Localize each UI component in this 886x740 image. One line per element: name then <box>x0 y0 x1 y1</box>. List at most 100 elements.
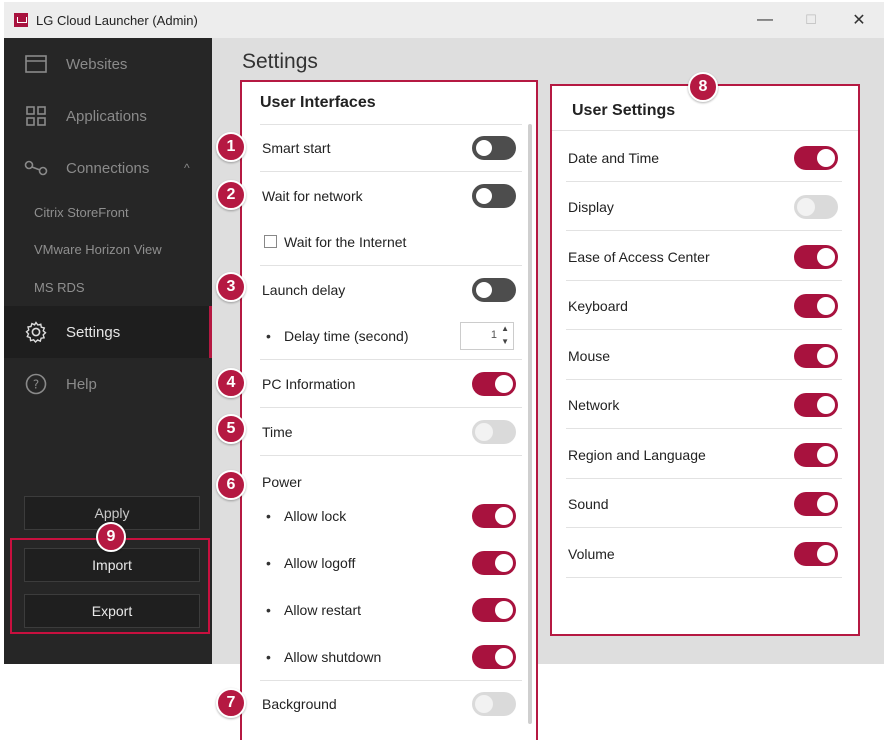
setting-label: Ease of Access Center <box>568 249 710 265</box>
user-settings-panel: User Settings Date and Time Display Ease o… <box>550 84 860 636</box>
divider <box>552 130 858 131</box>
user-interfaces-title: User Interfaces <box>260 94 376 111</box>
wait-network-toggle[interactable] <box>472 184 516 208</box>
bullet-icon: • <box>266 555 271 571</box>
sidebar-item-label: Applications <box>66 107 147 125</box>
bullet-icon: • <box>266 649 271 665</box>
window-title: LG Cloud Launcher (Admin) <box>36 12 198 28</box>
user-setting-row: Date and Time <box>552 134 858 182</box>
setting-label: Region and Language <box>568 447 706 463</box>
wait-internet-checkbox[interactable] <box>264 235 277 248</box>
launch-delay-toggle[interactable] <box>472 278 516 302</box>
setting-row-pc-info: PC Information <box>242 360 536 408</box>
user-setting-toggle[interactable] <box>794 294 838 318</box>
maximize-button[interactable]: ☐ <box>788 2 834 38</box>
stepper-down-icon[interactable]: ▼ <box>501 337 509 346</box>
smart-start-toggle[interactable] <box>472 136 516 160</box>
sidebar-item-applications[interactable]: Applications <box>4 90 212 142</box>
chevron-up-icon: ^ <box>184 161 190 175</box>
bullet-icon: • <box>266 328 271 344</box>
sidebar-item-connections[interactable]: Connections ^ <box>4 142 212 194</box>
setting-row-allow-lock: • Allow lock <box>242 492 536 540</box>
setting-label: Display <box>568 199 614 215</box>
divider <box>566 329 842 330</box>
divider <box>566 577 842 578</box>
user-setting-toggle[interactable] <box>794 146 838 170</box>
svg-text:?: ? <box>33 378 39 392</box>
sidebar-subitem-vmware[interactable]: VMware Horizon View <box>34 242 162 257</box>
user-setting-toggle[interactable] <box>794 542 838 566</box>
user-setting-toggle[interactable] <box>794 245 838 269</box>
pc-info-toggle[interactable] <box>472 372 516 396</box>
user-setting-row: Display <box>552 183 858 231</box>
setting-row-allow-restart: • Allow restart <box>242 586 536 634</box>
callout-badge-7: 7 <box>216 688 246 718</box>
callout-badge-4: 4 <box>216 368 246 398</box>
setting-label: Mouse <box>568 348 611 364</box>
setting-label: PC Information <box>262 376 356 392</box>
user-setting-row: Keyboard <box>552 282 858 330</box>
user-setting-row: Sound <box>552 480 858 528</box>
page-title: Settings <box>242 50 318 73</box>
callout-badge-5: 5 <box>216 414 246 444</box>
stepper-up-icon[interactable]: ▲ <box>501 324 509 333</box>
setting-label: Date and Time <box>568 150 660 166</box>
user-setting-row: Mouse <box>552 332 858 380</box>
setting-row-time: Time <box>242 408 536 456</box>
setting-label: Launch delay <box>262 282 346 298</box>
callout-badge-3: 3 <box>216 272 246 302</box>
user-setting-row: Region and Language <box>552 431 858 479</box>
setting-row-allow-shutdown: • Allow shutdown <box>242 633 536 681</box>
grid-icon <box>24 104 48 128</box>
user-interfaces-panel: User Interfaces Smart start Wait for net… <box>240 80 538 740</box>
setting-row-smart-start: Smart start <box>242 124 536 172</box>
callout-badge-2: 2 <box>216 180 246 210</box>
setting-label: Allow logoff <box>284 555 356 571</box>
user-setting-toggle[interactable] <box>794 344 838 368</box>
divider <box>566 230 842 231</box>
minimize-button[interactable]: — <box>742 2 788 38</box>
bullet-icon: • <box>266 508 271 524</box>
sidebar-subitem-citrix[interactable]: Citrix StoreFront <box>34 205 129 220</box>
setting-row-allow-logoff: • Allow logoff <box>242 539 536 587</box>
sidebar-item-settings[interactable]: Settings <box>4 306 212 358</box>
divider <box>566 280 842 281</box>
user-settings-title: User Settings <box>572 102 676 119</box>
setting-row-wait-internet: Wait for the Internet <box>242 218 536 266</box>
setting-row-wait-network: Wait for network <box>242 172 536 220</box>
divider <box>566 428 842 429</box>
bullet-icon: • <box>266 602 271 618</box>
user-setting-row: Network <box>552 381 858 429</box>
user-setting-toggle[interactable] <box>794 195 838 219</box>
sidebar-item-help[interactable]: ? Help <box>4 358 212 410</box>
sidebar-item-websites[interactable]: Websites <box>4 38 212 90</box>
connection-icon <box>24 156 48 180</box>
sidebar-subitem-msrds[interactable]: MS RDS <box>34 280 85 295</box>
allow-logoff-toggle[interactable] <box>472 551 516 575</box>
background-toggle[interactable] <box>472 692 516 716</box>
title-bar: LG Cloud Launcher (Admin) — ☐ ✕ <box>4 2 884 38</box>
divider <box>566 527 842 528</box>
sidebar-item-label: Connections <box>66 159 150 177</box>
sidebar-item-label: Websites <box>66 55 128 73</box>
delay-time-value: 1 <box>490 329 497 341</box>
divider <box>566 478 842 479</box>
user-setting-row: Volume <box>552 530 858 578</box>
time-toggle[interactable] <box>472 420 516 444</box>
import-button[interactable]: Import <box>24 548 200 582</box>
user-setting-toggle[interactable] <box>794 393 838 417</box>
close-button[interactable]: ✕ <box>836 2 882 38</box>
allow-lock-toggle[interactable] <box>472 504 516 528</box>
browser-window-icon <box>24 52 48 76</box>
allow-restart-toggle[interactable] <box>472 598 516 622</box>
setting-label: Allow lock <box>284 508 347 524</box>
user-setting-toggle[interactable] <box>794 443 838 467</box>
allow-shutdown-toggle[interactable] <box>472 645 516 669</box>
export-button[interactable]: Export <box>24 594 200 628</box>
setting-label: Wait for the Internet <box>284 234 407 250</box>
delay-time-stepper[interactable]: 1 ▲ ▼ <box>460 322 514 350</box>
setting-label: Allow restart <box>284 602 362 618</box>
sidebar-item-label: Settings <box>66 323 121 341</box>
user-setting-toggle[interactable] <box>794 492 838 516</box>
gear-icon <box>24 320 48 344</box>
